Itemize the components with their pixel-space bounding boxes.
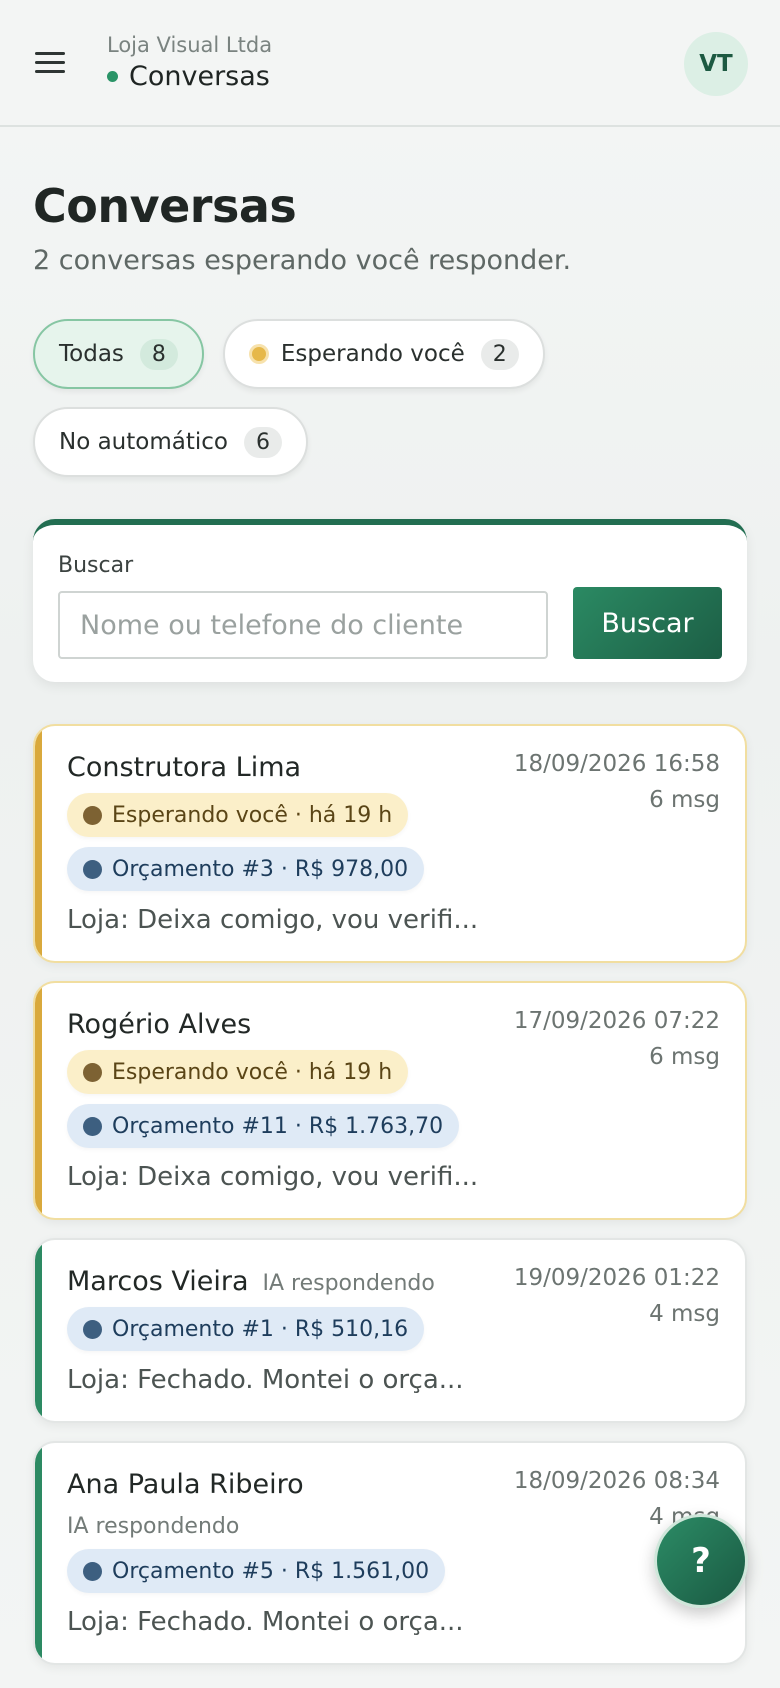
message-count: 6 msg — [649, 1044, 720, 1070]
org-name: Loja Visual Ltda — [107, 33, 273, 57]
top-bar: Loja Visual Ltda Conversas VT — [0, 0, 780, 127]
search-button[interactable]: Buscar — [573, 587, 722, 659]
badges: Orçamento #5 · R$ 1.561,00 — [67, 1549, 514, 1593]
conversation-date: 18/09/2026 16:58 — [513, 751, 720, 777]
badge-dot-icon — [83, 805, 102, 825]
search-label: Buscar — [58, 553, 134, 578]
quote-badge: Orçamento #11 · R$ 1.763,70 — [67, 1104, 460, 1148]
message-preview: Loja: Fechado. Montei o orça... — [67, 1365, 464, 1395]
filter-chip-label: Esperando você — [280, 341, 465, 367]
card-top: Rogério Alves Esperando você · há 19 h O… — [67, 1008, 720, 1148]
ai-status-label: IA respondendo — [67, 1514, 240, 1539]
filter-chip-label: No automático — [59, 429, 228, 455]
name-line: Rogério Alves — [67, 1009, 514, 1040]
page-head: Conversas 2 conversas esperando você res… — [0, 127, 780, 276]
name-line: Construtora Lima — [67, 752, 514, 783]
badges: Esperando você · há 19 h Orçamento #11 ·… — [67, 1050, 514, 1148]
status-stripe — [35, 726, 42, 961]
name-line: Marcos Vieira IA respondendo — [67, 1266, 514, 1297]
badges: Esperando você · há 19 h Orçamento #3 · … — [67, 793, 514, 891]
filter-chip-todas[interactable]: Todas 8 — [33, 319, 204, 389]
message-preview: Loja: Deixa comigo, vou verifi... — [67, 905, 479, 935]
quote-badge-text: Orçamento #5 · R$ 1.561,00 — [112, 1558, 430, 1584]
help-button[interactable]: ? — [654, 1514, 748, 1608]
message-count: 4 msg — [649, 1301, 720, 1327]
waiting-dot-icon — [248, 344, 269, 364]
badge-dot-icon — [83, 1116, 102, 1136]
waiting-badge-text: Esperando você · há 19 h — [112, 1059, 393, 1085]
card-top: Marcos Vieira IA respondendo Orçamento #… — [67, 1265, 720, 1351]
conversations-page: Loja Visual Ltda Conversas VT Conversas … — [0, 0, 780, 1688]
quote-badge-text: Orçamento #3 · R$ 978,00 — [112, 856, 409, 882]
contact-name: Marcos Vieira — [67, 1266, 249, 1297]
name-line: Ana Paula Ribeiro IA respondendo — [67, 1469, 514, 1539]
conversation-date: 19/09/2026 01:22 — [513, 1265, 720, 1291]
conversation-card[interactable]: Construtora Lima Esperando você · há 19 … — [33, 724, 747, 963]
status-stripe — [35, 983, 42, 1218]
message-count: 6 msg — [649, 787, 720, 813]
online-dot-icon — [107, 71, 118, 82]
card-top: Construtora Lima Esperando você · há 19 … — [67, 751, 720, 891]
badge-dot-icon — [83, 1062, 102, 1082]
waiting-badge-text: Esperando você · há 19 h — [112, 802, 393, 828]
search-row: Buscar — [58, 587, 722, 659]
conversation-date: 18/09/2026 08:34 — [513, 1468, 720, 1494]
badge-dot-icon — [83, 859, 102, 879]
avatar[interactable]: VT — [684, 32, 748, 96]
menu-icon[interactable] — [35, 43, 75, 83]
filter-chip-esperando[interactable]: Esperando você 2 — [222, 319, 545, 389]
conversation-card[interactable]: Ana Paula Ribeiro IA respondendo Orçamen… — [33, 1441, 747, 1665]
ai-status-label: IA respondendo — [262, 1271, 435, 1296]
filter-chip-count: 8 — [139, 338, 178, 370]
conversation-date: 17/09/2026 07:22 — [513, 1008, 720, 1034]
badge-dot-icon — [83, 1561, 102, 1581]
message-preview: Loja: Deixa comigo, vou verifi... — [67, 1162, 479, 1192]
page-title: Conversas — [33, 179, 297, 233]
status-stripe — [35, 1443, 42, 1663]
status-stripe — [35, 1240, 42, 1421]
header-titles: Loja Visual Ltda Conversas — [107, 33, 272, 92]
message-preview: Loja: Fechado. Montei o orça... — [67, 1607, 464, 1637]
quote-badge-text: Orçamento #1 · R$ 510,16 — [112, 1316, 409, 1342]
card-top: Ana Paula Ribeiro IA respondendo Orçamen… — [67, 1468, 720, 1593]
waiting-badge: Esperando você · há 19 h — [67, 793, 409, 837]
search-card: Buscar Buscar — [33, 519, 747, 682]
search-input[interactable] — [58, 591, 548, 659]
conversation-meta: 17/09/2026 07:22 6 msg — [514, 1003, 720, 1148]
filter-chip-count: 2 — [480, 338, 519, 370]
filter-chip-automatico[interactable]: No automático 6 — [33, 407, 308, 477]
filter-chip-label: Todas — [59, 341, 124, 367]
contact-name: Ana Paula Ribeiro — [67, 1469, 304, 1500]
contact-name: Construtora Lima — [67, 752, 302, 783]
badge-dot-icon — [83, 1319, 102, 1339]
filter-chip-count: 6 — [243, 426, 282, 458]
contact-name: Rogério Alves — [67, 1009, 252, 1040]
quote-badge-text: Orçamento #11 · R$ 1.763,70 — [112, 1113, 444, 1139]
conversation-meta: 19/09/2026 01:22 4 msg — [514, 1260, 720, 1351]
conversation-meta: 18/09/2026 16:58 6 msg — [514, 746, 720, 891]
page-subtitle: 2 conversas esperando você responder. — [33, 245, 572, 276]
filter-chips: Todas 8 Esperando você 2 No automático 6 — [0, 276, 600, 477]
section-title: Conversas — [129, 61, 270, 92]
waiting-badge: Esperando você · há 19 h — [67, 1050, 409, 1094]
conversation-card[interactable]: Marcos Vieira IA respondendo Orçamento #… — [33, 1238, 747, 1423]
quote-badge: Orçamento #3 · R$ 978,00 — [67, 847, 425, 891]
badges: Orçamento #1 · R$ 510,16 — [67, 1307, 514, 1351]
section-row: Conversas — [107, 61, 272, 92]
quote-badge: Orçamento #1 · R$ 510,16 — [67, 1307, 425, 1351]
quote-badge: Orçamento #5 · R$ 1.561,00 — [67, 1549, 446, 1593]
conversation-card[interactable]: Rogério Alves Esperando você · há 19 h O… — [33, 981, 747, 1220]
conversation-list: Construtora Lima Esperando você · há 19 … — [0, 682, 780, 1665]
